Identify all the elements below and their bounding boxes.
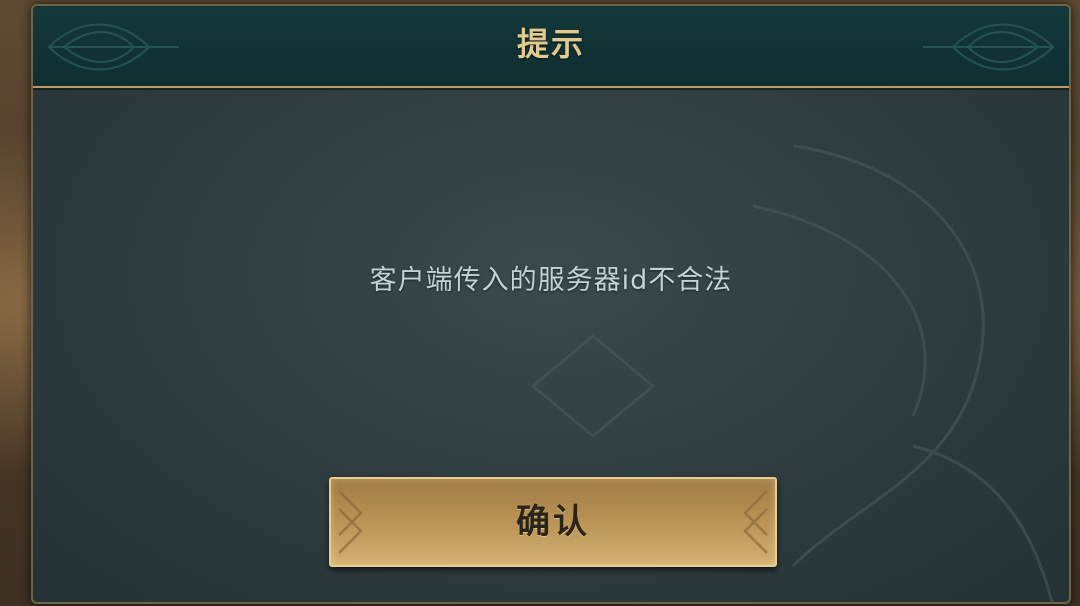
confirm-button[interactable]: 确认 [329, 477, 777, 567]
confirm-button-label: 确认 [516, 502, 590, 542]
dialog-header: 提示 [33, 6, 1069, 88]
alert-dialog: 提示 客户端传入的服务器id不合法 确认 [31, 4, 1071, 604]
dialog-message: 客户端传入的服务器id不合法 [369, 265, 733, 296]
dialog-title: 提示 [516, 25, 585, 63]
